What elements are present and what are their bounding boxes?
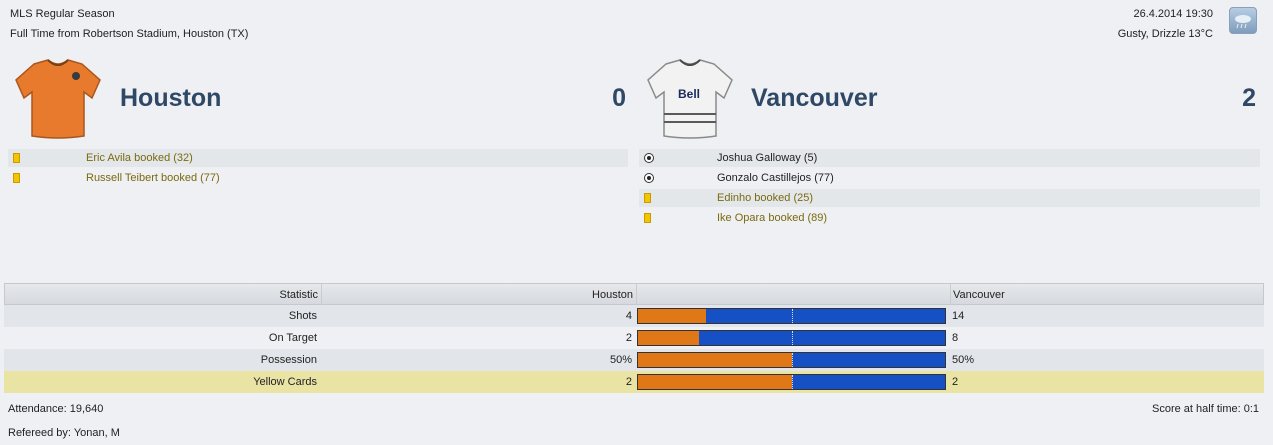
stat-home-value: 2 — [625, 376, 632, 388]
home-share-fill — [638, 309, 707, 323]
match-datetime: 26.4.2014 19:30 — [1133, 8, 1213, 20]
bar-midline — [791, 353, 793, 367]
event-text[interactable]: Gonzalo Castillejos (77) — [717, 169, 834, 187]
home-event-row: Russell Teibert booked (77) — [8, 169, 628, 187]
home-event-row: Eric Avila booked (32) — [8, 149, 628, 167]
column-divider — [321, 284, 322, 306]
yellow-card-icon — [13, 173, 20, 183]
stats-header-away[interactable]: Vancouver — [953, 284, 1253, 306]
stat-comparison-bar — [637, 374, 946, 390]
stats-header-home[interactable]: Houston — [323, 284, 633, 306]
referee-text[interactable]: Refereed by: Yonan, M — [8, 427, 120, 439]
away-sponsor-logo: Bell — [678, 87, 700, 101]
stat-label: On Target — [268, 332, 317, 344]
attendance-text: Attendance: 19,640 — [8, 403, 104, 415]
yellow-card-icon — [13, 153, 20, 163]
yellow-card-icon — [644, 193, 651, 203]
stat-home-value: 50% — [609, 354, 632, 366]
stats-row-on-target: On Target 2 8 — [4, 327, 1264, 349]
yellow-card-icon — [644, 213, 651, 223]
home-kit-icon[interactable] — [14, 58, 102, 143]
home-share-fill — [638, 375, 792, 389]
stat-away-value: 8 — [952, 332, 959, 344]
ball-icon — [644, 173, 654, 183]
event-text[interactable]: Russell Teibert booked (77) — [86, 169, 220, 187]
home-share-fill — [638, 331, 700, 345]
ball-icon — [644, 153, 654, 163]
stat-away-value: 14 — [952, 310, 965, 322]
halftime-score-text: Score at half time: 0:1 — [1152, 403, 1259, 415]
stats-row-shots: Shots 4 14 — [4, 305, 1264, 327]
away-score: 2 — [1242, 84, 1256, 112]
away-event-row: Gonzalo Castillejos (77) — [639, 169, 1260, 187]
column-divider — [950, 284, 951, 306]
stats-header-statistic[interactable]: Statistic — [5, 284, 318, 306]
stat-away-value: 50% — [952, 354, 975, 366]
home-score: 0 — [612, 84, 626, 112]
stat-label: Yellow Cards — [253, 376, 317, 388]
weather-icon — [1229, 7, 1257, 34]
stats-header-row: Statistic Houston Vancouver — [4, 283, 1264, 306]
stat-comparison-bar — [637, 330, 946, 346]
bar-midline — [791, 375, 793, 389]
away-event-row: Joshua Galloway (5) — [639, 149, 1260, 167]
stat-home-value: 2 — [625, 332, 632, 344]
event-text[interactable]: Eric Avila booked (32) — [86, 149, 193, 167]
stat-label: Shots — [288, 310, 317, 322]
column-divider — [636, 284, 637, 306]
event-text[interactable]: Ike Opara booked (89) — [717, 209, 827, 227]
stat-comparison-bar — [637, 308, 946, 324]
stat-comparison-bar — [637, 352, 946, 368]
stats-row-yellow-cards: Yellow Cards 2 2 — [4, 371, 1264, 393]
weather-text: Gusty, Drizzle 13°C — [1117, 28, 1213, 40]
home-team-name[interactable]: Houston — [120, 84, 221, 113]
away-team-name[interactable]: Vancouver — [751, 84, 877, 113]
stats-row-possession: Possession 50% 50% — [4, 349, 1264, 371]
away-event-row: Ike Opara booked (89) — [639, 209, 1260, 227]
stat-home-value: 4 — [625, 310, 632, 322]
competition-name[interactable]: MLS Regular Season — [10, 8, 115, 20]
stat-label: Possession — [260, 354, 317, 366]
away-event-row: Edinho booked (25) — [639, 189, 1260, 207]
bar-midline — [791, 309, 793, 323]
home-share-fill — [638, 353, 792, 367]
event-text[interactable]: Joshua Galloway (5) — [717, 149, 817, 167]
venue-line: Full Time from Robertson Stadium, Housto… — [10, 28, 249, 40]
bar-midline — [791, 331, 793, 345]
away-kit-icon[interactable]: Bell — [646, 58, 734, 143]
stat-away-value: 2 — [952, 376, 959, 388]
event-text[interactable]: Edinho booked (25) — [717, 189, 813, 207]
